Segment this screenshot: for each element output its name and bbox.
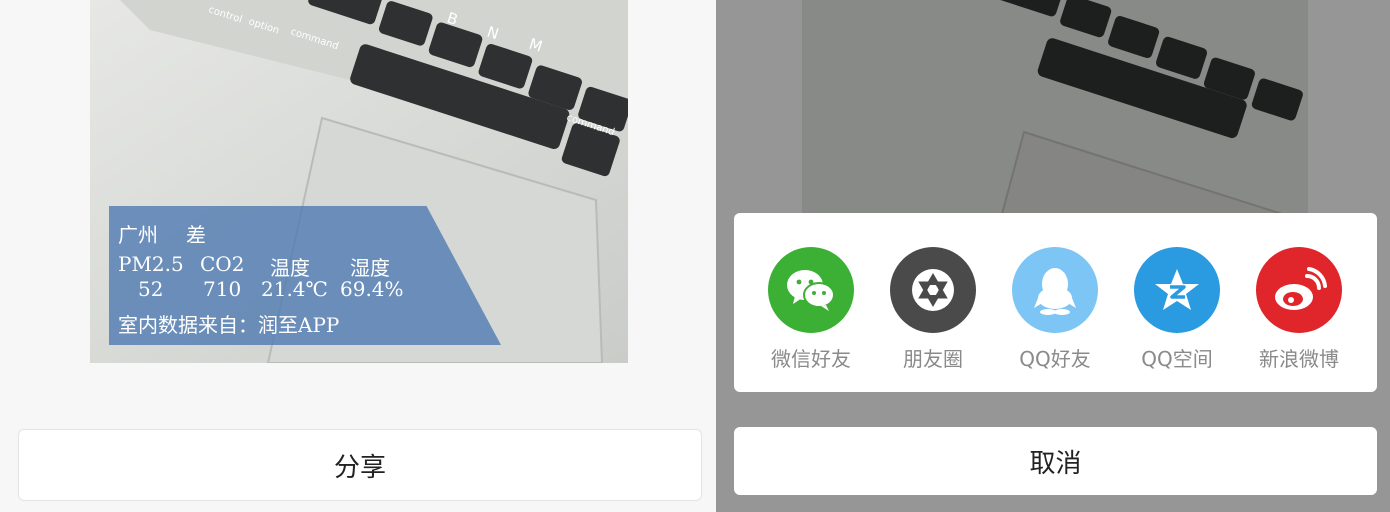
humidity-value: 69.4%	[340, 277, 404, 301]
share-qq-friends[interactable]: QQ好友	[1000, 247, 1110, 372]
pm25-value: 52	[138, 277, 164, 301]
share-qzone[interactable]: QQ空间	[1122, 247, 1232, 372]
share-preview-screen: control option command B N M command 广州 …	[0, 0, 716, 512]
pm25-label: PM2.5	[118, 252, 184, 276]
share-weibo[interactable]: 新浪微博	[1244, 247, 1354, 372]
temp-value: 21.4℃	[261, 277, 328, 301]
cancel-button[interactable]: 取消	[734, 427, 1377, 495]
co2-value: 710	[203, 277, 242, 301]
quality-label: 差	[186, 223, 206, 247]
share-wechat-friends[interactable]: 微信好友	[756, 247, 866, 372]
share-button[interactable]: 分享	[18, 429, 702, 501]
qzone-icon	[1134, 247, 1220, 333]
share-moments[interactable]: 朋友圈	[878, 247, 988, 372]
data-source-label: 室内数据来自：润至APP	[118, 313, 340, 337]
share-item-label: 朋友圈	[903, 347, 963, 371]
share-sheet: 微信好友 朋友圈 QQ好友 QQ空间 新浪微博	[734, 213, 1377, 392]
share-item-label: QQ好友	[1019, 347, 1091, 371]
qq-icon	[1012, 247, 1098, 333]
co2-label: CO2	[200, 252, 245, 276]
moments-icon	[890, 247, 976, 333]
dimmed-keyboard-photo	[802, 0, 1308, 214]
city-label: 广州	[118, 223, 158, 247]
weibo-icon	[1256, 247, 1342, 333]
wechat-icon	[768, 247, 854, 333]
dimmed-preview-photo	[802, 0, 1308, 214]
share-item-label: 微信好友	[771, 347, 851, 371]
share-item-label: 新浪微博	[1259, 347, 1339, 371]
share-item-label: QQ空间	[1141, 347, 1213, 371]
